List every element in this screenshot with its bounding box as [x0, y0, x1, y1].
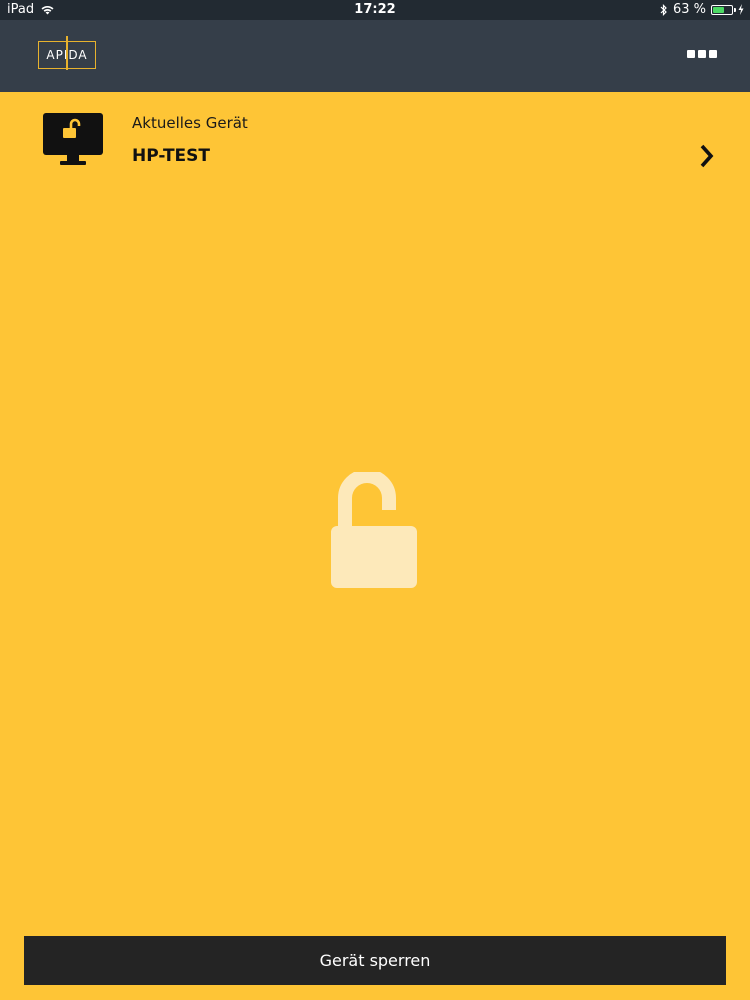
status-right: 63 %	[660, 2, 744, 17]
status-bar: iPad 17:22 63 %	[0, 0, 750, 20]
menu-dot	[698, 50, 706, 58]
menu-dot	[709, 50, 717, 58]
status-time: 17:22	[354, 2, 396, 17]
current-device-name: HP-TEST	[132, 146, 210, 166]
apida-logo: APIDA	[38, 36, 96, 70]
current-device-row[interactable]: Aktuelles Gerät HP-TEST	[0, 92, 750, 192]
monitor-unlocked-icon	[43, 113, 103, 165]
current-device-label: Aktuelles Gerät	[132, 114, 248, 132]
bluetooth-icon	[660, 3, 667, 16]
chevron-right-icon[interactable]	[700, 144, 714, 168]
lock-device-button[interactable]: Gerät sperren	[24, 936, 726, 985]
app-screen: iPad 17:22 63 % Aktuelles Gerät HP-TEST …	[0, 0, 750, 1000]
app-header: iPad 17:22 63 %	[0, 0, 750, 92]
more-dots-icon[interactable]	[687, 50, 717, 58]
battery-percent: 63 %	[672, 2, 706, 17]
menu-dot	[687, 50, 695, 58]
logo-accent-mark	[66, 36, 68, 70]
battery-level	[713, 6, 725, 13]
battery-icon	[711, 4, 736, 15]
charging-icon	[738, 4, 744, 15]
unlocked-padlock-icon	[331, 472, 417, 588]
